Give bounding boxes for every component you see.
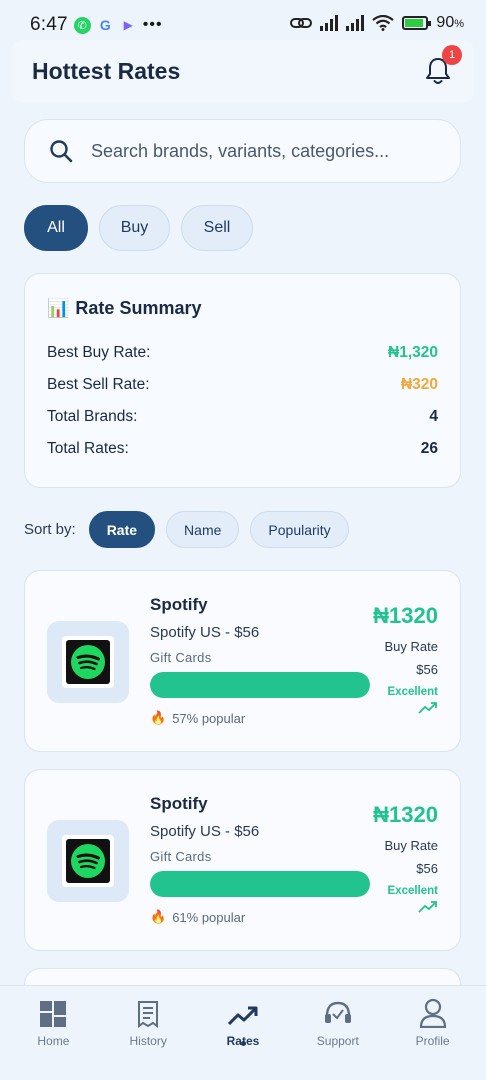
sort-label: Sort by: <box>24 521 76 538</box>
more-notifications-icon: ••• <box>142 16 163 33</box>
denomination: $56 <box>416 662 438 677</box>
battery-icon <box>402 16 432 30</box>
sort-bar: Sort by: Rate Name Popularity <box>24 511 349 548</box>
rate-card[interactable]: Spotify Spotify US - $56 Gift Cards 🔥 61… <box>24 769 461 951</box>
search-bar[interactable] <box>24 119 461 183</box>
nav-label: Profile <box>415 1034 450 1048</box>
nav-label: Support <box>316 1034 359 1048</box>
profile-icon <box>419 998 446 1028</box>
rate-card[interactable]: Spotify Spotify US - $56 Gift Cards 🔥 57… <box>24 570 461 752</box>
status-left: 6:47 ✆ G ▶ ••• <box>30 14 163 36</box>
spotify-icon <box>71 645 105 679</box>
rate-type: Buy Rate <box>384 639 438 654</box>
denomination: $56 <box>416 861 438 876</box>
nav-rates[interactable]: Rates <box>198 986 288 1068</box>
quality-label: Excellent <box>387 885 439 897</box>
history-icon <box>138 1001 159 1028</box>
sort-popularity[interactable]: Popularity <box>250 511 349 548</box>
search-icon <box>50 140 73 163</box>
battery-value: 90 <box>436 14 455 31</box>
nav-label: History <box>129 1034 167 1048</box>
bar-chart-icon: 📊 <box>47 298 70 318</box>
trending-up-icon <box>418 901 437 913</box>
rate-card-price: ₦1320 Buy Rate $56 Excellent <box>318 603 438 715</box>
rate-summary-heading: 📊 Rate Summary <box>47 298 438 319</box>
nav-support[interactable]: Support <box>293 986 383 1068</box>
best-buy-rate-value: ₦1,320 <box>388 344 438 361</box>
battery-unit: % <box>454 18 464 30</box>
total-rates-value: 26 <box>420 440 438 457</box>
signal-2-icon <box>346 15 365 31</box>
rate-summary-title: Rate Summary <box>75 298 202 318</box>
spotify-icon <box>71 844 105 878</box>
nav-history[interactable]: History <box>103 986 193 1068</box>
play-store-icon: ▶ <box>123 18 133 32</box>
signal-icon <box>320 15 339 31</box>
rate-price: ₦1320 <box>373 603 438 628</box>
summary-label: Best Sell Rate: <box>47 376 150 393</box>
trending-up-icon <box>227 1006 258 1026</box>
app-header: Hottest Rates 1 <box>12 40 474 102</box>
google-icon: G <box>99 17 111 33</box>
search-input[interactable] <box>91 140 411 162</box>
status-right: 90% <box>290 14 464 32</box>
total-brands-value: 4 <box>429 408 438 425</box>
notifications-button[interactable]: 1 <box>422 45 462 87</box>
sort-rate[interactable]: Rate <box>88 511 156 548</box>
summary-label: Total Brands: <box>47 408 138 425</box>
page-title: Hottest Rates <box>32 57 181 84</box>
popularity-text: 57% popular <box>172 710 246 726</box>
whatsapp-icon: ✆ <box>73 16 91 34</box>
rate-price: ₦1320 <box>373 802 438 827</box>
best-sell-rate-row: Best Sell Rate: ₦320 <box>47 369 438 401</box>
nav-label: Home <box>37 1034 70 1048</box>
quality-label: Excellent <box>387 686 439 698</box>
nav-home[interactable]: Home <box>8 986 98 1068</box>
brand-logo <box>47 820 129 902</box>
sort-name[interactable]: Name <box>166 511 240 548</box>
filter-all[interactable]: All <box>24 205 88 251</box>
trending-up-icon <box>418 702 437 714</box>
battery-level: 90% <box>436 14 464 32</box>
rate-type: Buy Rate <box>384 838 438 853</box>
filter-sell[interactable]: Sell <box>181 205 253 251</box>
filter-tabs: All Buy Sell <box>24 205 253 251</box>
fire-icon: 🔥 <box>150 909 167 924</box>
notification-badge: 1 <box>442 45 462 65</box>
popularity-text: 61% popular <box>172 909 246 925</box>
brand-logo <box>47 621 129 703</box>
total-rates-row: Total Rates: 26 <box>47 433 438 465</box>
link-icon <box>290 18 313 28</box>
nav-profile[interactable]: Profile <box>388 986 478 1068</box>
fire-icon: 🔥 <box>150 710 167 725</box>
wifi-icon <box>372 15 395 31</box>
support-icon <box>324 1001 351 1023</box>
total-brands-row: Total Brands: 4 <box>47 401 438 433</box>
best-buy-rate-row: Best Buy Rate: ₦1,320 <box>47 337 438 369</box>
filter-buy[interactable]: Buy <box>99 205 170 251</box>
bottom-navigation: Home History Rates Support Profile <box>0 985 486 1080</box>
rate-summary-card: 📊 Rate Summary Best Buy Rate: ₦1,320 Bes… <box>24 273 461 488</box>
summary-label: Total Rates: <box>47 440 129 457</box>
nav-active-dot <box>241 1041 246 1046</box>
home-icon <box>40 1001 67 1027</box>
best-sell-rate-value: ₦320 <box>400 376 438 393</box>
summary-label: Best Buy Rate: <box>47 344 151 361</box>
rate-card-price: ₦1320 Buy Rate $56 Excellent <box>318 802 438 914</box>
status-time: 6:47 <box>30 14 68 35</box>
